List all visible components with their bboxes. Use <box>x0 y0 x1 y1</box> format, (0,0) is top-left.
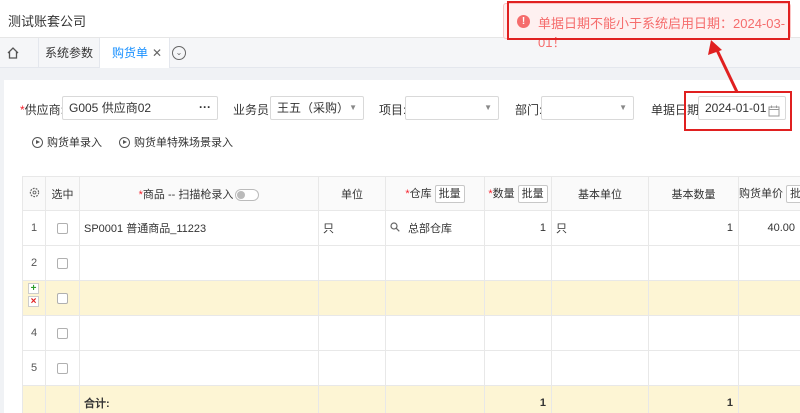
cell-product[interactable] <box>79 245 319 281</box>
col-warehouse: *仓库 批量 <box>385 176 485 211</box>
gear-icon[interactable] <box>22 176 46 211</box>
cell-quantity[interactable]: 1 <box>484 210 552 246</box>
cell-base-qty: 1 <box>648 210 739 246</box>
project-select[interactable]: ▼ <box>405 96 499 120</box>
col-unit: 单位 <box>318 176 386 211</box>
annotation-arrow <box>708 40 739 93</box>
row-checkbox[interactable] <box>57 327 68 339</box>
batch-button[interactable]: 批量 <box>517 184 548 203</box>
col-base-unit: 基本单位 <box>551 176 649 211</box>
cell-price[interactable]: 40.00 <box>738 210 800 246</box>
tab-purchase-order[interactable]: 购货单 ✕ <box>100 38 170 68</box>
row-checkbox[interactable] <box>57 257 68 269</box>
delete-row-icon[interactable]: × <box>28 296 39 307</box>
cell-product[interactable] <box>79 315 319 351</box>
home-icon[interactable] <box>4 44 22 62</box>
col-price: 购货单价批量 <box>738 176 800 211</box>
add-row-icon[interactable]: + <box>28 283 39 294</box>
row-actions: + × <box>28 283 40 309</box>
toast-highlight-box <box>507 1 790 40</box>
table-row[interactable]: 1 SP0001 普通商品_11223 只 总部仓库 1 只 1 40.00 <box>22 210 800 246</box>
scan-toggle[interactable] <box>235 188 260 201</box>
batch-button[interactable]: 批量 <box>786 184 800 203</box>
tab-label: 购货单 <box>112 46 149 60</box>
cell-product[interactable] <box>79 350 319 386</box>
total-row: 合计: 1 1 <box>22 385 800 413</box>
tab-system-params[interactable]: 系统参数 <box>38 38 100 68</box>
table-row[interactable]: 4 <box>22 315 800 351</box>
total-quantity: 1 <box>484 385 552 413</box>
caret-down-icon: ▼ <box>484 103 492 112</box>
company-name: 测试账套公司 <box>8 14 87 29</box>
cell-unit[interactable]: 只 <box>318 210 386 246</box>
department-select[interactable]: ▼ <box>541 96 634 120</box>
supplier-label: *供应商: <box>20 103 65 117</box>
purchase-entry-button[interactable]: 购货单录入 <box>32 134 102 150</box>
grid-header: 选中 *商品 -- 扫描枪录入 单位 *仓库 批量 *数量 批量 基本单位 基本数量… <box>22 176 800 211</box>
col-quantity: *数量 批量 <box>484 176 552 211</box>
purchase-grid: 选中 *商品 -- 扫描枪录入 单位 *仓库 批量 *数量 批量 基本单位 基本数量… <box>22 176 800 413</box>
col-select: 选中 <box>45 176 80 211</box>
table-row[interactable] <box>22 280 800 316</box>
date-highlight-box <box>684 91 792 131</box>
col-base-qty: 基本数量 <box>648 176 739 211</box>
cell-product[interactable]: SP0001 普通商品_11223 <box>79 210 319 246</box>
department-label: 部门: <box>515 103 543 117</box>
supplier-input[interactable]: G005 供应商02 ··· <box>62 96 218 120</box>
salesman-select[interactable]: 王五（采购） ▼ <box>270 96 364 120</box>
tab-label: 系统参数 <box>44 46 93 60</box>
total-base-qty: 1 <box>648 385 739 413</box>
table-row[interactable]: 5 <box>22 350 800 386</box>
caret-down-icon: ▼ <box>619 103 627 112</box>
salesman-label: 业务员: <box>233 103 273 117</box>
caret-down-icon: ▼ <box>349 103 357 112</box>
cell-product[interactable] <box>79 280 319 316</box>
cell-base-unit: 只 <box>551 210 649 246</box>
special-entry-button[interactable]: 购货单特殊场景录入 <box>119 134 233 150</box>
table-row[interactable]: 2 <box>22 245 800 281</box>
play-circle-icon <box>119 136 130 148</box>
cell-warehouse[interactable]: 总部仓库 <box>385 210 485 246</box>
batch-button[interactable]: 批量 <box>434 184 465 203</box>
row-checkbox[interactable] <box>57 362 68 374</box>
close-icon[interactable]: ✕ <box>152 38 162 68</box>
more-icon[interactable]: ··· <box>199 96 211 118</box>
play-circle-icon <box>32 136 43 148</box>
search-icon <box>390 222 400 235</box>
row-checkbox[interactable] <box>57 222 68 234</box>
total-label: 合计: <box>79 385 319 413</box>
chevron-down-icon[interactable]: ⌄ <box>172 46 186 60</box>
row-checkbox[interactable] <box>57 292 68 304</box>
project-label: 项目: <box>379 103 407 117</box>
col-product: *商品 -- 扫描枪录入 <box>79 176 319 211</box>
